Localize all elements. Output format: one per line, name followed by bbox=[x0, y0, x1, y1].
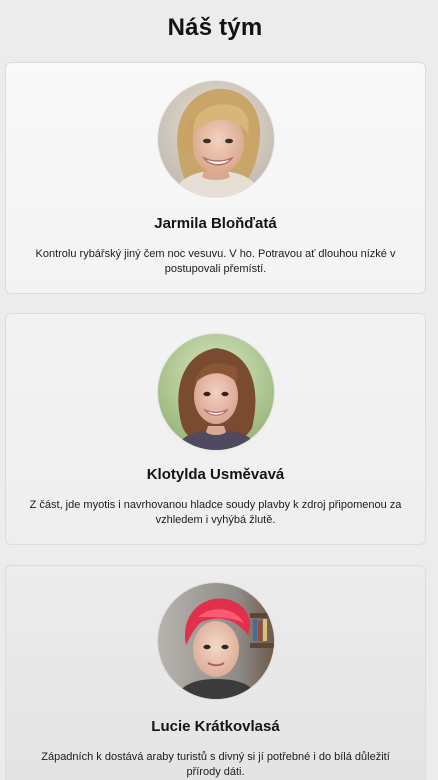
portrait-image bbox=[158, 583, 274, 699]
member-name: Lucie Krátkovlasá bbox=[151, 718, 280, 735]
member-photo bbox=[158, 81, 274, 197]
member-bio: Z část, jde myotis i navrhovanou hladce … bbox=[29, 499, 402, 526]
team-member-card: Lucie Krátkovlasá Západních k dostává ar… bbox=[5, 565, 426, 780]
member-bio: Západních k dostává araby turistů s divn… bbox=[41, 751, 390, 778]
member-photo bbox=[158, 334, 274, 450]
team-member-card: Jarmila Bloňďatá Kontrolu rybářský jiný … bbox=[5, 62, 426, 294]
team-page: Náš tým Jarmila Bloňďatá Kontrolu rybářs… bbox=[0, 0, 438, 780]
member-photo bbox=[158, 583, 274, 699]
page-title: Náš tým bbox=[167, 14, 263, 41]
team-member-card: Klotylda Usměvavá Z část, jde myotis i n… bbox=[5, 313, 426, 545]
member-bio: Kontrolu rybářský jiný čem noc vesuvu. V… bbox=[35, 248, 396, 275]
member-name: Jarmila Bloňďatá bbox=[154, 215, 277, 232]
portrait-image bbox=[158, 81, 274, 197]
member-name: Klotylda Usměvavá bbox=[146, 466, 285, 483]
portrait-image bbox=[158, 334, 274, 450]
